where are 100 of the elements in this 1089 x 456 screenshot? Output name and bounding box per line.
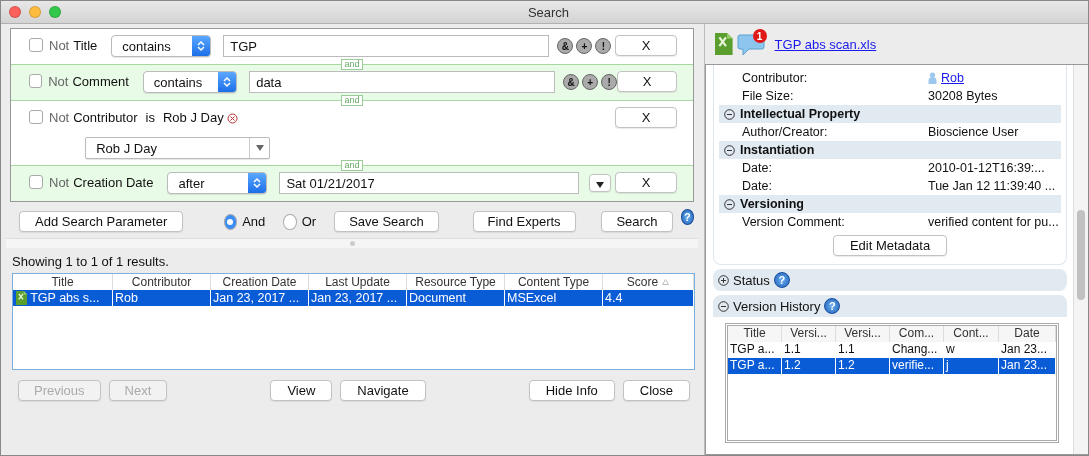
column-header[interactable]: Versi... [836, 326, 890, 342]
not-checkbox[interactable] [29, 175, 43, 189]
date-picker-button[interactable] [589, 174, 612, 192]
remove-button[interactable]: X [615, 107, 677, 128]
section-title: Intellectual Property [740, 107, 861, 121]
field-value: 30208 Bytes [928, 89, 998, 103]
mode-label: And [242, 214, 266, 229]
add-parameter-button[interactable]: Add Search Parameter [19, 211, 184, 232]
section-title: Instantiation [740, 143, 815, 157]
table-cell: Document [407, 290, 505, 306]
mode-radio[interactable] [283, 213, 297, 230]
field-value: 2010-01-12T16:39:... [928, 161, 1045, 175]
spreadsheet-file-icon [16, 291, 28, 305]
field-label: Date: [742, 179, 773, 193]
value-label: Rob J Day [162, 109, 224, 127]
zoom-window-button[interactable] [49, 6, 61, 18]
remove-button[interactable]: X [617, 71, 677, 92]
not-checkbox[interactable] [29, 110, 43, 124]
table-cell: verifie... [890, 358, 944, 374]
collapse-icon[interactable] [724, 198, 735, 210]
save-search-button[interactable]: Save Search [334, 211, 439, 232]
table-cell: 1.2 [836, 358, 890, 374]
collapse-icon[interactable] [718, 300, 729, 312]
footer-button[interactable]: Close [622, 380, 690, 401]
collapse-icon[interactable] [724, 144, 735, 156]
user-icon [928, 72, 937, 84]
column-header[interactable]: Versi... [782, 326, 836, 342]
field-value: Tue Jan 12 11:39:40 ... [928, 179, 1056, 193]
remove-button[interactable]: X [615, 35, 677, 56]
field-label: Contributor [73, 109, 138, 127]
footer-button[interactable]: Navigate [340, 380, 426, 401]
table-cell: 4.4 [603, 290, 694, 306]
criteria-action-button[interactable]: & [557, 38, 574, 54]
field-label: Date: [742, 161, 773, 175]
up-down-arrows-icon [197, 40, 206, 52]
mode-radio[interactable] [223, 213, 238, 230]
expand-icon[interactable] [718, 274, 729, 286]
version-row[interactable]: TGP a... 1.2 1.2 verifie... j Jan 23... [728, 358, 1056, 374]
footer-button[interactable]: View [270, 380, 333, 401]
value-field[interactable]: TGP [223, 35, 550, 57]
notification-badge: 1 [752, 29, 767, 43]
field-label: Creation Date [73, 174, 154, 192]
contributor-link[interactable]: Rob [941, 71, 964, 85]
table-cell: MSExcel [505, 290, 603, 306]
splitter-handle[interactable] [349, 241, 355, 246]
close-window-button[interactable] [9, 6, 21, 18]
field-label: Title [73, 37, 98, 55]
operator-dropdown[interactable]: after [167, 172, 268, 194]
table-cell: Jan 23, 2017 ... [211, 290, 309, 306]
not-checkbox[interactable] [29, 74, 43, 88]
criteria-action-button[interactable]: ! [601, 74, 618, 90]
criteria-action-button[interactable]: & [563, 74, 580, 90]
window-title: Search [526, 4, 571, 20]
table-cell: Rob [113, 290, 211, 306]
field-value: Bioscience User [928, 125, 1019, 139]
column-header[interactable]: Cont... [944, 326, 999, 342]
caret-icon [255, 145, 264, 151]
up-down-arrows-icon [253, 177, 262, 189]
criteria-action-button[interactable]: + [582, 74, 599, 90]
column-header[interactable]: Date [999, 326, 1056, 342]
column-header[interactable]: Title [728, 326, 782, 342]
panel-title[interactable]: Version History [733, 298, 821, 314]
collapse-icon[interactable] [724, 108, 735, 120]
clear-icon[interactable] [226, 112, 238, 124]
section-title: Versioning [740, 197, 804, 211]
spreadsheet-file-icon [715, 33, 733, 55]
panel-title[interactable]: Status [733, 272, 770, 288]
remove-button[interactable]: X [615, 172, 677, 193]
criteria-action-button[interactable]: + [576, 38, 593, 54]
operator-dropdown[interactable]: contains [111, 35, 212, 57]
scrollbar-thumb[interactable] [1077, 210, 1085, 300]
result-row[interactable]: TGP abs s... Rob Jan 23, 2017 ... Jan 23, 2017 ... Document MSExcel 4.4 [13, 290, 694, 306]
table-cell: TGP abs s... [13, 290, 113, 306]
up-down-arrows-icon [223, 76, 232, 88]
not-label: Not [49, 109, 70, 127]
footer-button[interactable]: Hide Info [528, 380, 615, 401]
not-label: Not [49, 37, 70, 55]
person-dropdown[interactable]: Rob J Day [85, 137, 271, 159]
search-button[interactable]: Search [601, 211, 673, 232]
value-field[interactable]: Sat 01/21/2017 [279, 172, 580, 194]
results-summary: Showing 1 to 1 of 1 results. [11, 253, 170, 271]
field-label: Contributor: [742, 71, 809, 85]
criteria-action-button[interactable]: ! [595, 38, 612, 54]
value-field[interactable]: data [249, 71, 556, 93]
operator-label: is [145, 109, 155, 127]
find-experts-button[interactable]: Find Experts [472, 211, 576, 232]
table-cell: Jan 23... [999, 358, 1056, 374]
field-label: Comment [72, 73, 129, 91]
mode-label: Or [301, 214, 317, 229]
not-checkbox[interactable] [29, 38, 43, 52]
column-header[interactable]: Com... [890, 326, 944, 342]
operator-dropdown[interactable]: contains [142, 71, 238, 93]
not-label: Not [48, 73, 69, 91]
not-label: Not [49, 174, 70, 192]
minimize-window-button[interactable] [29, 6, 41, 18]
field-value: verified content for pu... [928, 215, 1059, 229]
file-link[interactable]: TGP abs scan.xls [774, 36, 877, 52]
edit-metadata-button[interactable]: Edit Metadata [832, 235, 948, 256]
table-cell: Jan 23, 2017 ... [309, 290, 407, 306]
field-label: Version Comment: [742, 215, 846, 229]
